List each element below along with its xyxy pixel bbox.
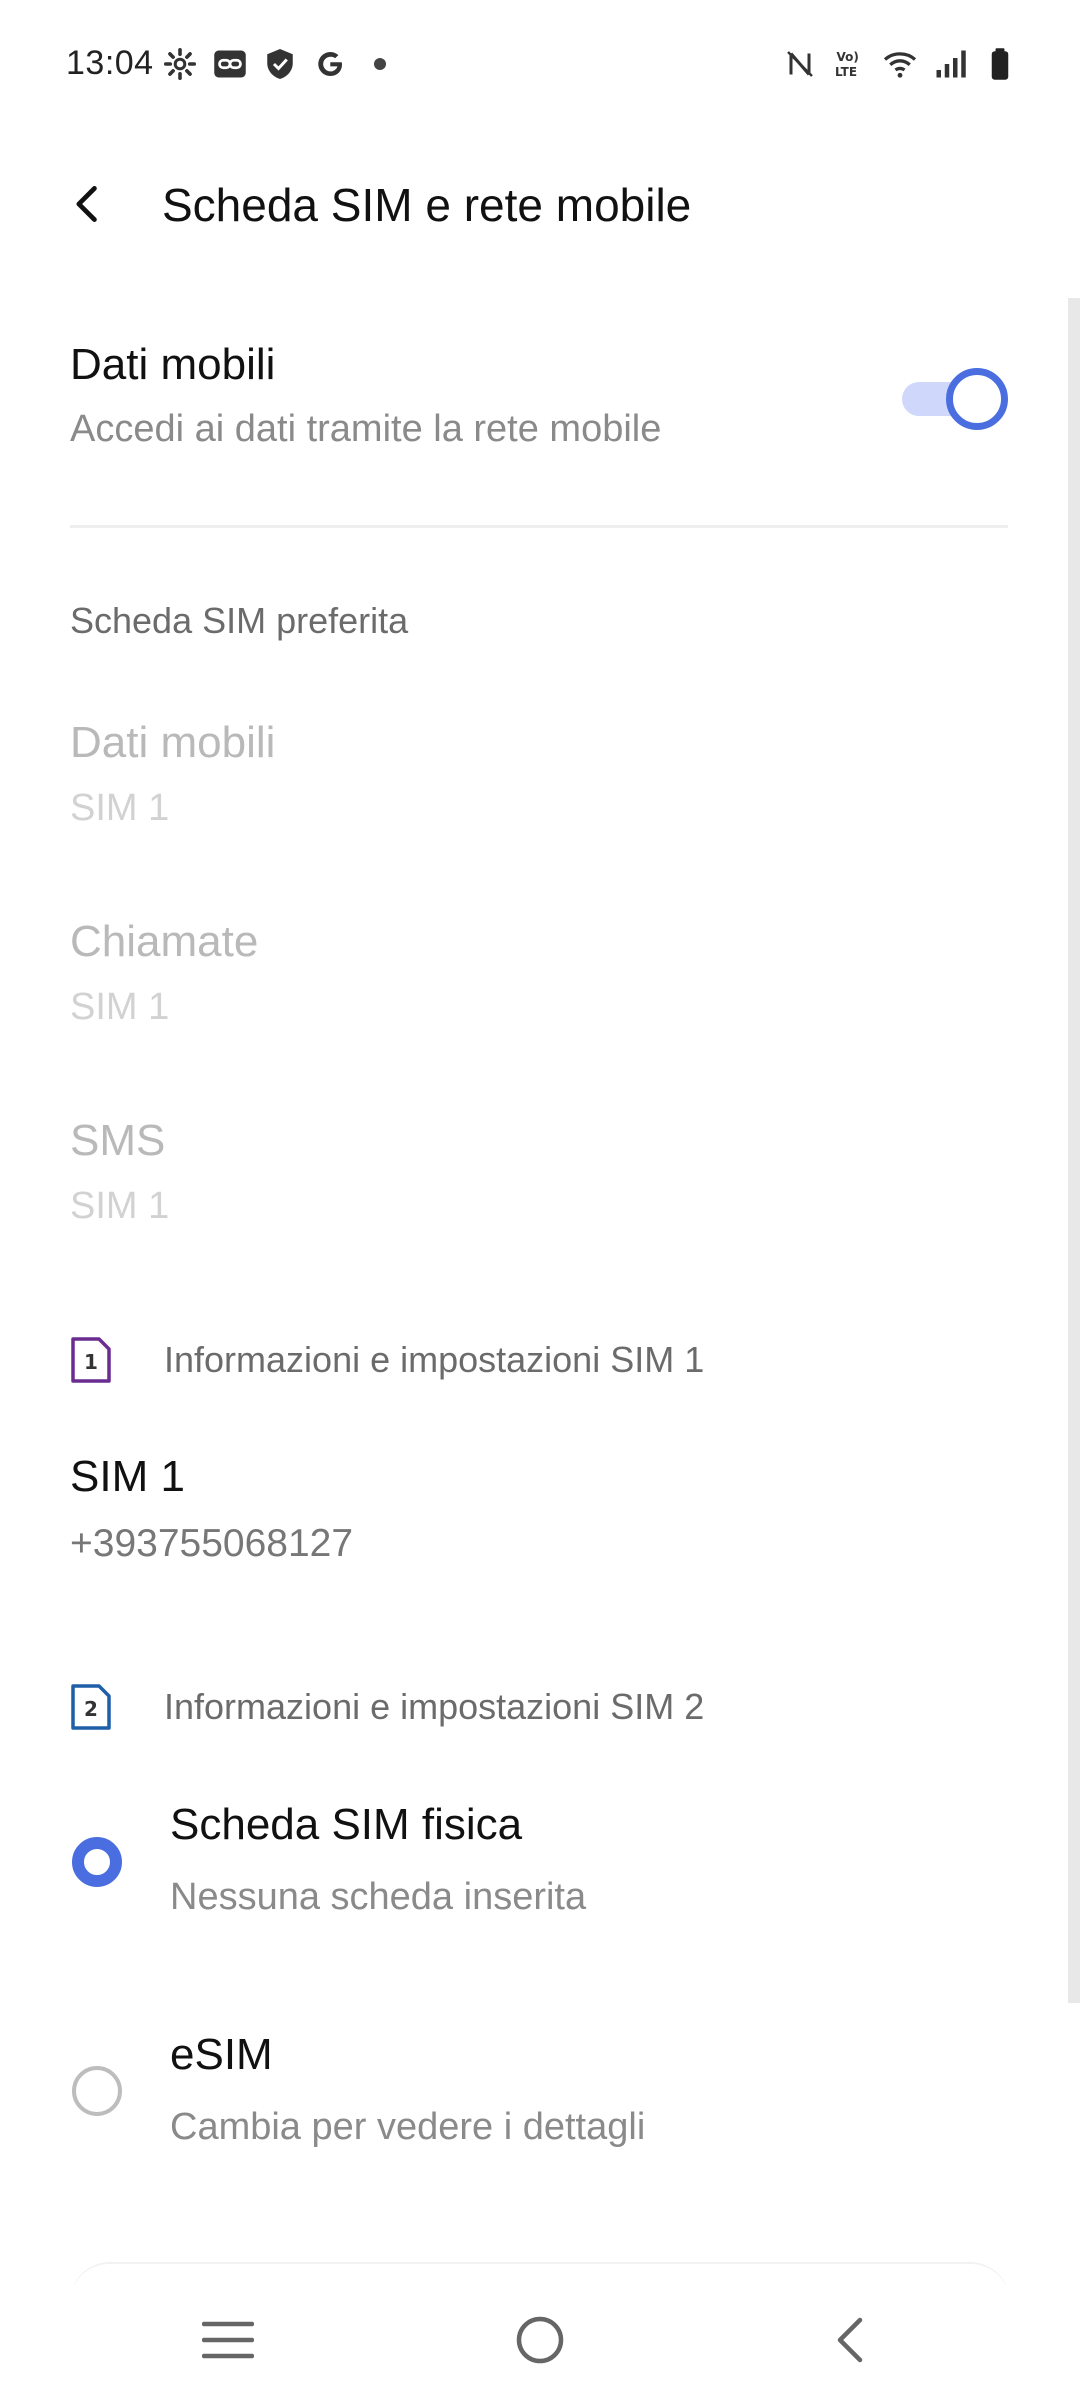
menu-icon: [201, 2318, 255, 2362]
scrollbar[interactable]: [1068, 298, 1080, 2003]
sim1-section-label: Informazioni e impostazioni SIM 1: [164, 1339, 705, 1380]
mobile-data-toggle[interactable]: [900, 362, 1010, 434]
nav-menu-button[interactable]: [193, 2305, 263, 2375]
google-icon: [312, 46, 348, 82]
preferred-item-title: Chiamate: [70, 917, 259, 966]
shield-icon: [262, 46, 298, 82]
status-bar: 13:04 Vo) LTE: [0, 0, 1080, 130]
battery-icon: [982, 46, 1018, 82]
sim-card-1-icon: 1: [70, 1336, 112, 1384]
dot-icon: [362, 46, 398, 82]
esim-subtitle: Cambia per vedere i dettagli: [170, 2106, 646, 2148]
nav-back-button[interactable]: [815, 2305, 885, 2375]
sim1-name: SIM 1: [70, 1452, 185, 1501]
sim2-section-header: 2 Informazioni e impostazioni SIM 2: [70, 1683, 704, 1731]
preferred-item-value: SIM 1: [70, 986, 170, 1028]
nfc-icon: [782, 46, 818, 82]
volte-icon: Vo) LTE: [832, 46, 868, 82]
back-arrow-icon: [66, 182, 110, 226]
navigation-bar: [0, 2285, 1080, 2392]
svg-text:LTE: LTE: [835, 65, 857, 79]
svg-text:Vo): Vo): [837, 50, 859, 64]
sim2-section-label: Informazioni e impostazioni SIM 2: [164, 1686, 705, 1727]
home-icon: [514, 2314, 566, 2366]
mobile-data-title: Dati mobili: [70, 340, 276, 389]
physical-sim-radio[interactable]: [72, 1837, 122, 1887]
app-header: Scheda SIM e rete mobile: [0, 150, 1080, 260]
preferred-item-value: SIM 1: [70, 787, 170, 829]
signal-icon: [932, 46, 968, 82]
preferred-item-title: SMS: [70, 1116, 166, 1165]
nav-home-button[interactable]: [505, 2305, 575, 2375]
mobile-data-subtitle: Accedi ai dati tramite la rete mobile: [70, 408, 662, 450]
divider: [70, 525, 1008, 528]
status-left-icons: [162, 46, 398, 82]
esim-title: eSIM: [170, 2030, 273, 2079]
sim1-number: +393755068127: [70, 1522, 354, 1565]
status-time: 13:04: [66, 44, 154, 82]
status-right-icons: Vo) LTE: [782, 46, 1018, 82]
wifi-icon: [882, 46, 918, 82]
sim1-section-header: 1 Informazioni e impostazioni SIM 1: [70, 1336, 704, 1384]
svg-text:2: 2: [84, 1697, 98, 1721]
link-icon: [212, 46, 248, 82]
physical-sim-subtitle: Nessuna scheda inserita: [170, 1876, 587, 1918]
preferred-item-title: Dati mobili: [70, 718, 276, 767]
settings-icon: [162, 46, 198, 82]
physical-sim-title: Scheda SIM fisica: [170, 1800, 523, 1849]
esim-radio[interactable]: [72, 2066, 122, 2116]
back-icon: [828, 2314, 872, 2366]
sim-card-2-icon: 2: [70, 1683, 112, 1731]
preferred-sim-label: Scheda SIM preferita: [70, 600, 409, 641]
preferred-item-value: SIM 1: [70, 1185, 170, 1227]
page-title: Scheda SIM e rete mobile: [162, 179, 692, 231]
toggle-thumb: [946, 368, 1008, 430]
back-button[interactable]: [56, 172, 120, 236]
svg-text:1: 1: [84, 1350, 98, 1374]
